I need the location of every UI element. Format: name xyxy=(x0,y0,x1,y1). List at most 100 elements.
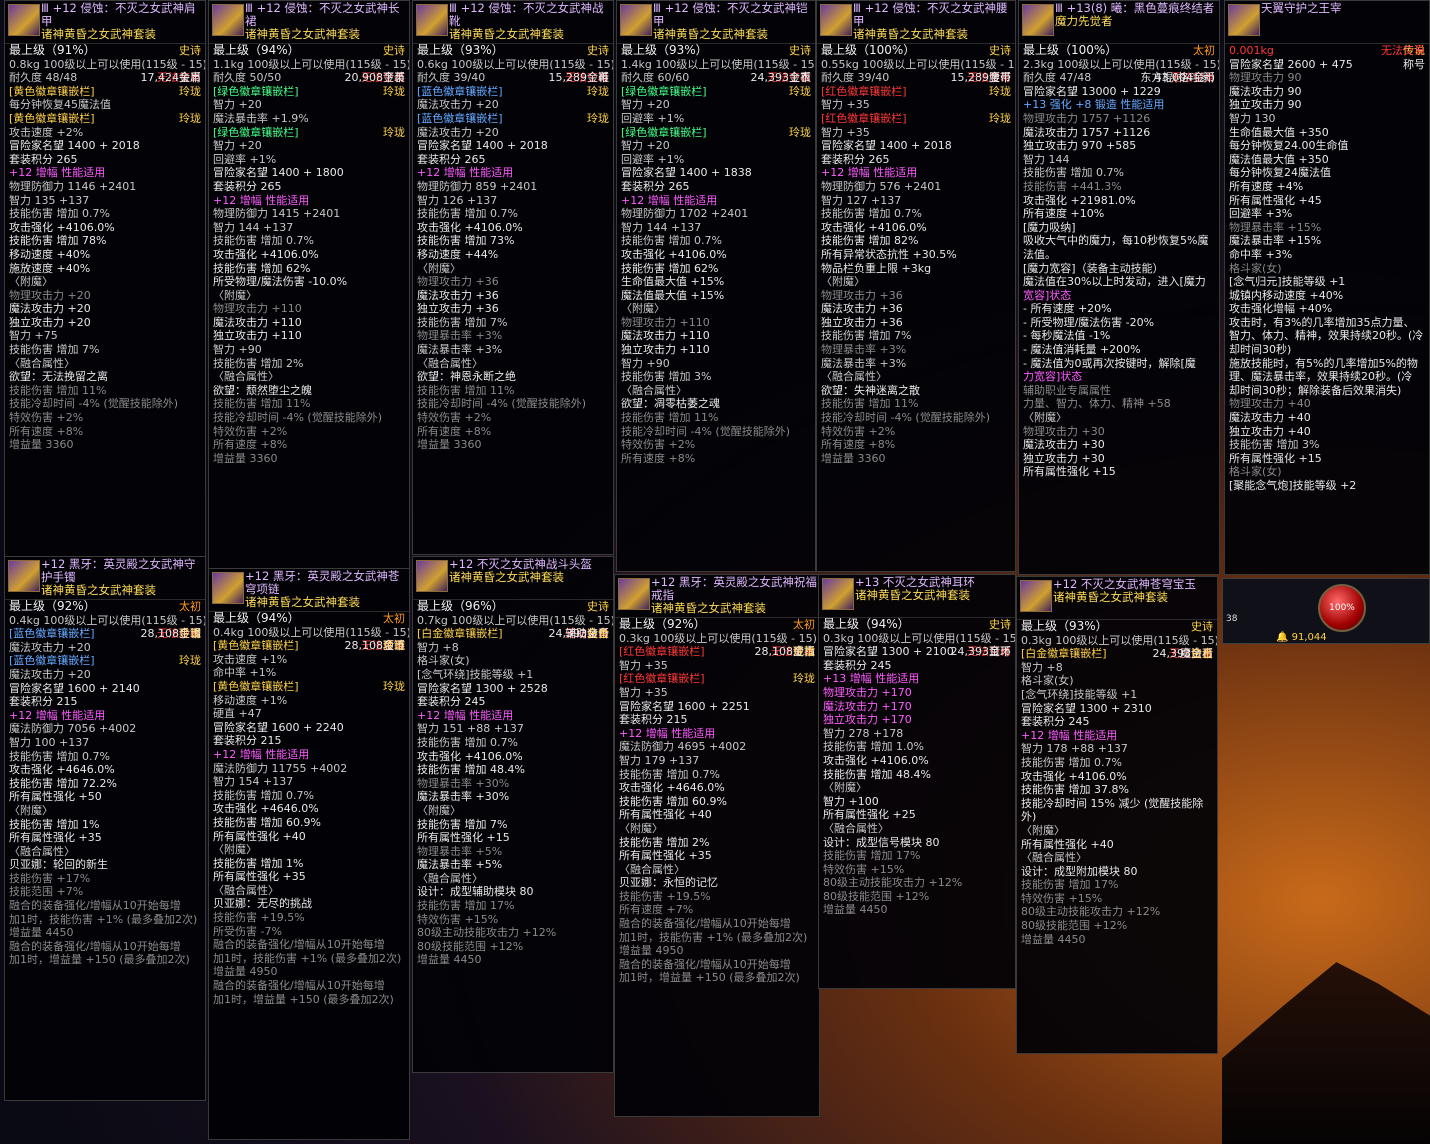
line-text: 物理攻击力 +170 xyxy=(823,685,912,699)
line-text: 欲望：神恩永断之绝 xyxy=(417,370,516,384)
line-text: 套装积分 265 xyxy=(821,152,890,166)
line-text: 融合的装备强化/增幅从10开始每增 xyxy=(619,957,791,971)
line-text: 物理攻击力 +110 xyxy=(213,302,302,316)
line-text: 耐久度 47/48 xyxy=(1023,71,1092,85)
tooltip-line: 法值。 xyxy=(1019,248,1219,262)
line-text: 加1时，技能伤害 +1% (最多叠加2次) xyxy=(213,951,402,965)
line-text: 〈附魔〉 xyxy=(621,302,665,316)
line-text: 技能伤害 增加 7% xyxy=(9,343,100,357)
item-set-name: 诸神黄昏之女武神套装 xyxy=(449,570,564,584)
line-text: 技能伤害 增加 48.4% xyxy=(823,767,931,781)
line-value: 玲珑 xyxy=(179,627,201,641)
tooltip-line: 技能伤害 增加 0.7% xyxy=(209,234,409,248)
line-text: 耐久度 50/50 xyxy=(213,71,282,85)
tooltip-line: [绿色徽章镶嵌栏] 玲珑 xyxy=(209,85,409,99)
line-text: 所受物理/魔法伤害 -10.0% xyxy=(213,275,348,289)
tooltip-line: 〈附魔〉 xyxy=(209,289,409,303)
line-text: 技能冷却时间 15% 减少 (觉醒技能除 xyxy=(1021,796,1204,810)
tooltip-line: 技能伤害 增加 0.7% xyxy=(1017,756,1217,770)
line-value: 太初 xyxy=(383,612,405,625)
tooltip-line: 加1时，技能伤害 +1% (最多叠加2次) xyxy=(615,931,819,945)
tooltip-line: 〈附魔〉 xyxy=(617,302,815,316)
tooltip-line: 冒险家名望 1600 + 2251 xyxy=(615,700,819,714)
tooltip-line: 〈附魔〉 xyxy=(209,843,409,857)
tooltip-line: 1.1kg 100级以上可以使用(115级 - 15) xyxy=(209,58,409,72)
line-value: 白金 xyxy=(1191,647,1213,661)
tooltip-line: 0.55kg 100级以上可以使用(115级 - 15) xyxy=(817,58,1015,72)
tooltip-line: 最上级（91%） 史诗 xyxy=(5,43,205,58)
line-value: 史诗 xyxy=(587,600,609,613)
line-text: 贝亚娜：轮回的新生 xyxy=(9,858,108,872)
line-text: 攻击强化 +4646.0% xyxy=(9,763,115,777)
line-text: 1.4kg 100级以上可以使用(115级 - 15) xyxy=(621,57,816,71)
line-text: 〈融合属性〉 xyxy=(823,821,889,835)
tooltip-line: [黄色徽章镶嵌栏] 玲珑 xyxy=(5,112,205,126)
line-text: 耐久度 39/40 xyxy=(821,71,890,85)
tooltip-line: 格斗家(女) xyxy=(413,654,613,668)
tooltip-line: 最上级（94%） 太初 xyxy=(209,611,409,626)
tooltip-line: 硬直 +47 xyxy=(209,707,409,721)
tooltip-line: 技能伤害 增加 11% xyxy=(413,384,613,398)
tooltip-line: 所有速度 +8% xyxy=(5,425,205,439)
tooltip-line: 技能伤害 增加 0.7% xyxy=(413,207,613,221)
tooltip-line: 智力 +35 xyxy=(615,659,819,673)
line-text: 魔法值最大值 +350 xyxy=(1229,152,1329,166)
line-text: 独立攻击力 +36 xyxy=(417,302,499,316)
line-text: 耐久度 48/48 xyxy=(9,71,78,85)
line-text: 技能伤害 增加 11% xyxy=(417,383,515,397)
tooltip-line: 技能伤害 增加 3% xyxy=(1225,438,1429,452)
line-text: 加1时，增益量 +150 (最多叠加2次) xyxy=(213,992,394,1006)
line-text: 智力 144 xyxy=(1023,152,1070,166)
line-text: 所有属性强化 +40 xyxy=(1021,837,1114,851)
tooltip-line: 吸收大气中的魔力，每10秒恢复5%魔 xyxy=(1019,234,1219,248)
line-text: 智力 +90 xyxy=(621,356,670,370)
item-set-name: 诸神黄昏之女武神套装 xyxy=(41,583,156,597)
line-text: 技能伤害 +19.5% xyxy=(619,889,711,903)
line-text: 技能伤害 增加 48.4% xyxy=(417,763,525,777)
tooltip-line: 套装积分 245 xyxy=(1017,715,1217,729)
line-text: 技能伤害 增加 0.7% xyxy=(9,207,110,221)
tooltip-line: 套装积分 215 xyxy=(615,713,819,727)
tooltip-line: - 所有速度 +20% xyxy=(1019,302,1219,316)
line-text: 增益量 4950 xyxy=(213,965,278,979)
gold-amount: 91,044 xyxy=(1291,632,1327,643)
line-text: 智力 151 +88 +137 xyxy=(417,722,524,736)
tooltip-line: 所有属性强化 +40 xyxy=(615,808,819,822)
tooltip-line: [魔力宽容]（装备主动技能） xyxy=(1019,262,1219,276)
tooltip-line: 物理防御力 1415 +2401 xyxy=(209,207,409,221)
item-set-name: 诸神黄昏之女武神套装 xyxy=(853,27,968,41)
tooltip-line: 移动速度 +44% xyxy=(413,248,613,262)
line-text: [绿色徽章镶嵌栏] xyxy=(621,84,707,98)
line-text: 技能伤害 增加 7% xyxy=(417,817,508,831)
tooltip-line: 技能伤害 增加 2% xyxy=(615,836,819,850)
line-text: 智力 +20 xyxy=(621,98,670,112)
tooltip-line: 冒险家名望 1300 + 2100 xyxy=(819,645,1015,659)
line-text: [聚能念气炮]技能等级 +2 xyxy=(1229,479,1357,492)
item-tooltip-shoulder: Ⅲ +12 侵蚀：不灭之女武神肩甲 诸神黄昏之女武神套装 最上级（91%） 史诗 0.8… xyxy=(4,0,206,560)
line-text: 所有属性强化 +45 xyxy=(1229,193,1322,207)
line-text: 〈融合属性〉 xyxy=(619,862,685,876)
line-text: [蓝色徽章镶嵌栏] xyxy=(417,111,503,125)
tooltip-line: 套装积分 215 xyxy=(209,734,409,748)
tooltip-header: 天翼守护之王宰 xyxy=(1225,1,1429,44)
line-text: 物理攻击力 +40 xyxy=(1229,397,1311,411)
tooltip-line: 物理防御力 1702 +2401 xyxy=(617,207,815,221)
tooltip-line: 魔法攻击力 +20 xyxy=(5,302,205,316)
tooltip-line: 独立攻击力 +36 xyxy=(817,316,1015,330)
tooltip-line: 套装积分 215 xyxy=(5,695,205,709)
line-text: +12 增幅 性能适用 xyxy=(9,166,106,180)
line-text: 攻击强化 +4646.0% xyxy=(213,802,319,816)
item-title: Ⅲ +12 侵蚀：不灭之女武神肩甲 xyxy=(41,1,196,28)
tooltip-line: 智力 127 +137 xyxy=(817,194,1015,208)
tooltip-line: 技能冷却时间 -4% (觉醒技能除外) xyxy=(209,411,409,425)
tooltip-line: 智力 +75 xyxy=(5,329,205,343)
tooltip-line: 欲望：失神迷离之散 xyxy=(817,384,1015,398)
tooltip-line: 〈融合属性〉 xyxy=(617,384,815,398)
line-text: 冒险家名望 2600 + 475 xyxy=(1229,57,1353,71)
line-text: 智力 +20 xyxy=(621,139,670,153)
line-text: 套装积分 215 xyxy=(619,713,688,727)
tooltip-line: 0.3kg 100级以上可以使用(115级 - 15) xyxy=(819,632,1015,646)
item-set-name: 诸神黄昏之女武神套装 xyxy=(41,27,156,41)
tooltip-line: 独立攻击力 +40 xyxy=(1225,425,1429,439)
line-value: 白金 xyxy=(587,627,609,641)
